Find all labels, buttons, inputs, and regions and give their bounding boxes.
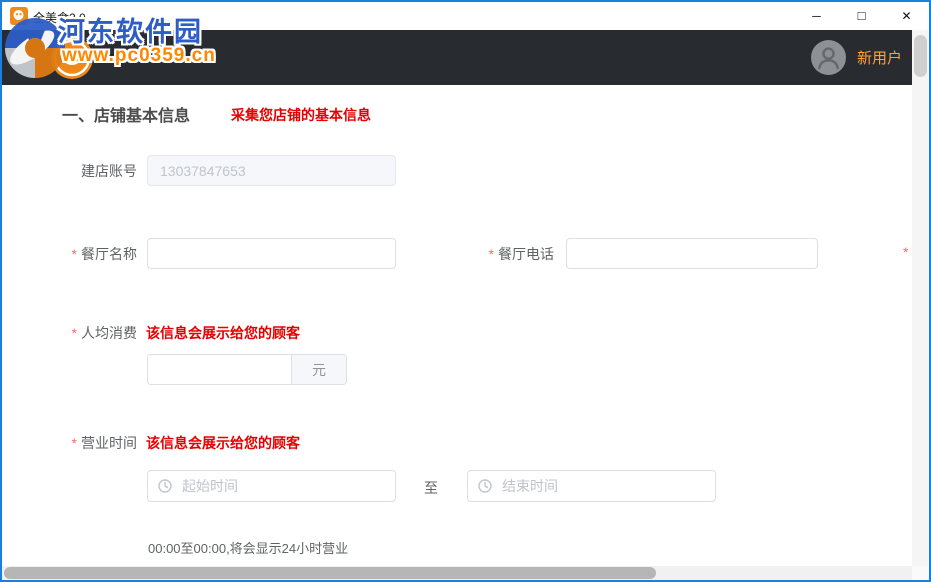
unit-suffix: 元 bbox=[291, 355, 346, 384]
per-capita-note: 该信息会展示给您的顾客 bbox=[146, 325, 300, 341]
required-asterisk: * bbox=[488, 246, 494, 262]
close-button[interactable]: ✕ bbox=[884, 2, 929, 30]
required-asterisk: * bbox=[71, 246, 77, 262]
end-time-picker[interactable] bbox=[467, 470, 716, 502]
app-window: 全美食2.0 ─ □ ✕ 新用户 河东软件园 www.pc0359.cn 一、店… bbox=[0, 0, 931, 582]
account-input bbox=[147, 155, 396, 186]
required-asterisk: * bbox=[903, 244, 909, 260]
app-header: 新用户 bbox=[2, 30, 912, 85]
account-label: 建店账号 bbox=[81, 163, 137, 179]
user-area[interactable]: 新用户 bbox=[810, 30, 908, 85]
per-capita-input[interactable] bbox=[148, 355, 291, 384]
store-info-form: 一、店铺基本信息 采集您店铺的基本信息 建店账号 * 餐厅名称 * 餐厅电话 * bbox=[2, 85, 912, 566]
restaurant-name-label: * 餐厅名称 bbox=[71, 246, 137, 262]
window-controls: ─ □ ✕ bbox=[794, 2, 929, 30]
section-note: 采集您店铺的基本信息 bbox=[231, 107, 371, 123]
restaurant-phone-input[interactable] bbox=[566, 238, 818, 269]
clock-icon bbox=[158, 479, 172, 493]
horizontal-scrollbar-thumb[interactable] bbox=[4, 567, 656, 579]
minimize-button[interactable]: ─ bbox=[794, 2, 839, 30]
maximize-button[interactable]: □ bbox=[839, 2, 884, 30]
restaurant-phone-label: * 餐厅电话 bbox=[488, 246, 554, 262]
per-capita-input-group: 元 bbox=[147, 354, 347, 385]
end-time-input[interactable] bbox=[500, 477, 705, 495]
required-asterisk: * bbox=[71, 325, 77, 341]
window-title: 全美食2.0 bbox=[33, 11, 86, 25]
avatar-icon bbox=[810, 40, 846, 75]
start-time-picker[interactable] bbox=[147, 470, 396, 502]
section-title: 一、店铺基本信息 bbox=[62, 108, 191, 125]
clock-icon bbox=[478, 479, 492, 493]
per-capita-label: * 人均消费 bbox=[71, 325, 137, 341]
vertical-scrollbar[interactable] bbox=[912, 30, 929, 566]
app-window-icon bbox=[10, 7, 28, 25]
username-label[interactable]: 新用户 bbox=[857, 47, 902, 68]
clipped-third-field: * bbox=[903, 244, 912, 260]
business-hours-label: * 营业时间 bbox=[71, 435, 137, 451]
vertical-scrollbar-thumb[interactable] bbox=[914, 35, 927, 77]
scrollbar-corner bbox=[912, 566, 929, 580]
business-hours-note: 该信息会展示给您的顾客 bbox=[146, 435, 300, 451]
app-logo bbox=[51, 37, 93, 79]
start-time-input[interactable] bbox=[180, 477, 385, 495]
hours-hint: 00:00至00:00,将会显示24小时营业 bbox=[148, 541, 349, 556]
restaurant-name-input[interactable] bbox=[147, 238, 396, 269]
hours-separator: 至 bbox=[424, 480, 438, 496]
required-asterisk: * bbox=[71, 435, 77, 451]
horizontal-scrollbar[interactable] bbox=[2, 566, 913, 580]
titlebar: 全美食2.0 ─ □ ✕ bbox=[2, 2, 929, 30]
